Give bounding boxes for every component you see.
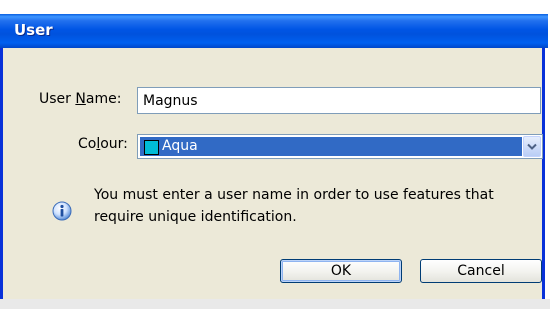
info-icon <box>52 201 72 221</box>
username-label-mnemonic: N <box>75 91 86 107</box>
colour-label-prefix: Co <box>78 136 97 152</box>
dialog-title: User <box>14 21 53 39</box>
user-dialog: User User Name: Colour: Aqua <box>0 14 548 299</box>
chevron-down-icon <box>527 143 537 150</box>
info-message: You must enter a user name in order to u… <box>94 187 494 225</box>
cancel-button[interactable]: Cancel <box>420 259 542 283</box>
username-label-prefix: User <box>39 91 76 107</box>
dialog-titlebar[interactable]: User <box>0 14 548 48</box>
background-strip <box>0 299 550 309</box>
colour-swatch <box>144 140 159 155</box>
colour-label: Colour: <box>78 136 128 152</box>
username-input[interactable] <box>137 87 541 114</box>
colour-dropdown-button[interactable] <box>523 136 541 157</box>
username-label-suffix: ame: <box>85 91 122 107</box>
colour-selected-item: Aqua <box>140 137 522 156</box>
username-label: User Name: <box>39 91 121 107</box>
background-document <box>0 0 550 14</box>
colour-label-suffix: our: <box>100 136 128 152</box>
ok-button[interactable]: OK <box>280 259 402 283</box>
colour-value: Aqua <box>162 138 198 154</box>
colour-select[interactable]: Aqua <box>137 134 543 159</box>
